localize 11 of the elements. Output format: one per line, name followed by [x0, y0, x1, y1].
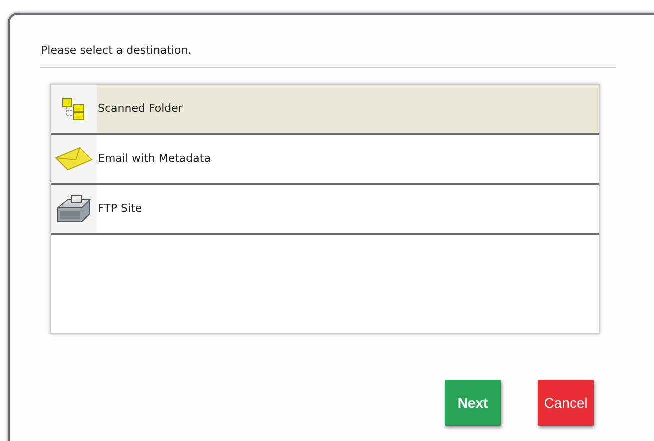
- prompt-text: Please select a destination.: [41, 43, 192, 59]
- destination-item[interactable]: FTP Site: [51, 185, 599, 235]
- folder-tree-icon: [61, 96, 87, 122]
- fax-machine-icon: [54, 194, 94, 224]
- destination-label: FTP Site: [98, 200, 142, 217]
- destination-item[interactable]: Scanned Folder: [51, 85, 599, 135]
- destination-label: Scanned Folder: [98, 100, 183, 117]
- envelope-icon: [54, 146, 94, 172]
- destination-item[interactable]: Email with Metadata: [51, 135, 599, 185]
- destination-label: Email with Metadata: [98, 150, 211, 167]
- cancel-button[interactable]: Cancel: [538, 380, 594, 426]
